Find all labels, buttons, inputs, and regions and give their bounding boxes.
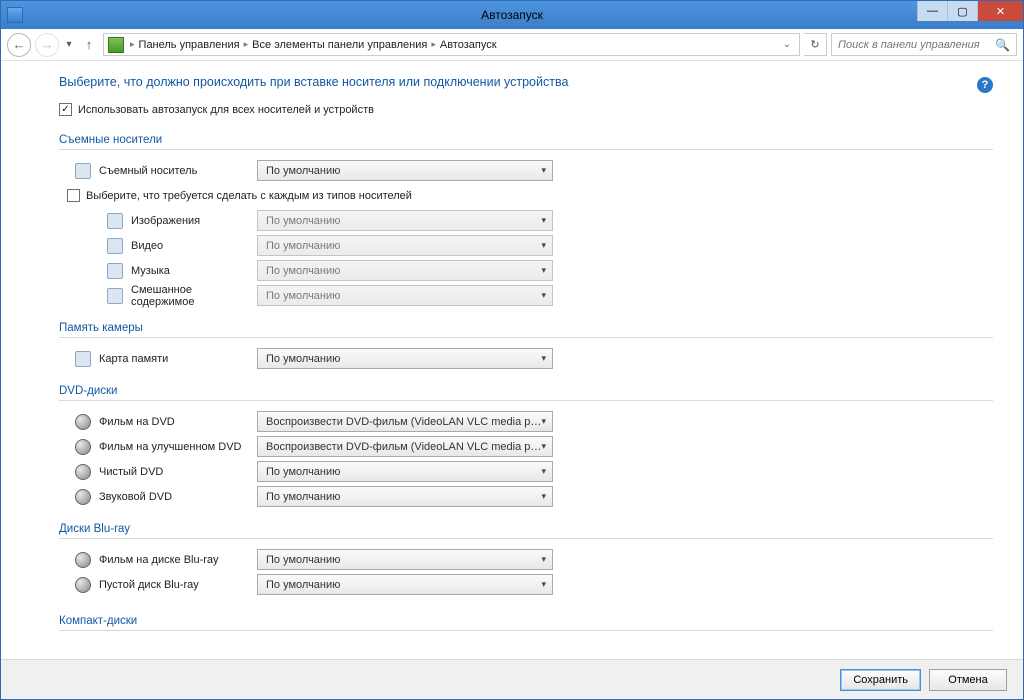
breadcrumb-item[interactable]: Автозапуск (440, 39, 497, 51)
dvd-audio-combo[interactable]: По умолчанию▾ (257, 486, 553, 507)
use-autoplay-row[interactable]: ✓ Использовать автозапуск для всех носит… (59, 103, 993, 116)
bluray-blank-row: Пустой диск Blu-ray По умолчанию▾ (59, 572, 993, 597)
mixed-combo[interactable]: По умолчанию▾ (257, 285, 553, 306)
subtype-row: Музыка По умолчанию▾ (59, 258, 993, 283)
dvd-enhanced-row: Фильм на улучшенном DVD Воспроизвести DV… (59, 434, 993, 459)
video-icon (107, 238, 123, 254)
footer: Сохранить Отмена (1, 659, 1023, 699)
nav-up-button[interactable]: ↑ (79, 35, 99, 55)
music-icon (107, 263, 123, 279)
page-heading: Выберите, что должно происходить при вст… (59, 75, 977, 89)
help-icon[interactable]: ? (977, 77, 993, 93)
bluray-blank-icon (75, 577, 91, 593)
bluray-movie-row: Фильм на диске Blu-ray По умолчанию▾ (59, 547, 993, 572)
maximize-button[interactable]: ▢ (947, 1, 977, 21)
subtype-row: Смешанное содержимое По умолчанию▾ (59, 283, 993, 308)
dvd-audio-icon (75, 489, 91, 505)
search-box[interactable]: 🔍 (831, 33, 1017, 56)
use-autoplay-label: Использовать автозапуск для всех носител… (78, 104, 374, 116)
chevron-right-icon: ▸ (242, 39, 251, 50)
nav-history-dropdown[interactable]: ▾ (63, 39, 75, 50)
refresh-button[interactable]: ↻ (804, 33, 827, 56)
breadcrumb-item[interactable]: Все элементы панели управления (252, 39, 427, 51)
control-panel-icon (108, 37, 124, 53)
choose-each-row[interactable]: Выберите, что требуется сделать с каждым… (67, 189, 993, 202)
pictures-icon (107, 213, 123, 229)
app-icon (7, 7, 23, 23)
removable-drive-row: Съемный носитель По умолчанию ▾ (59, 158, 993, 183)
nav-back-button[interactable]: ← (7, 33, 31, 57)
pictures-combo[interactable]: По умолчанию▾ (257, 210, 553, 231)
dvd-movie-row: Фильм на DVD Воспроизвести DVD-фильм (Vi… (59, 409, 993, 434)
removable-drive-label: Съемный носитель (99, 165, 249, 177)
dvd-movie-combo[interactable]: Воспроизвести DVD-фильм (VideoLAN VLC me… (257, 411, 553, 432)
dvd-enhanced-combo[interactable]: Воспроизвести DVD-фильм (VideoLAN VLC me… (257, 436, 553, 457)
dvd-blank-row: Чистый DVD По умолчанию▾ (59, 459, 993, 484)
search-icon: 🔍 (995, 38, 1010, 52)
section-cd-title: Компакт-диски (59, 615, 993, 631)
section-removable-title: Съемные носители (59, 134, 993, 150)
removable-drive-combo[interactable]: По умолчанию ▾ (257, 160, 553, 181)
nav-forward-button[interactable]: → (35, 33, 59, 57)
section-bluray-title: Диски Blu-ray (59, 523, 993, 539)
memory-card-icon (75, 351, 91, 367)
content-area: Выберите, что должно происходить при вст… (1, 61, 1023, 659)
use-autoplay-checkbox[interactable]: ✓ (59, 103, 72, 116)
breadcrumb-item[interactable]: Панель управления (139, 39, 240, 51)
navbar: ← → ▾ ↑ ▸ Панель управления ▸ Все элемен… (1, 29, 1023, 61)
music-combo[interactable]: По умолчанию▾ (257, 260, 553, 281)
section-camera-title: Память камеры (59, 322, 993, 338)
close-button[interactable]: ✕ (977, 1, 1023, 21)
dvd-enhanced-icon (75, 439, 91, 455)
window-title: Автозапуск (481, 8, 543, 22)
choose-each-checkbox[interactable] (67, 189, 80, 202)
video-combo[interactable]: По умолчанию▾ (257, 235, 553, 256)
save-button[interactable]: Сохранить (840, 669, 921, 691)
breadcrumb[interactable]: ▸ Панель управления ▸ Все элементы панел… (103, 33, 800, 56)
dvd-movie-icon (75, 414, 91, 430)
memory-card-row: Карта памяти По умолчанию▾ (59, 346, 993, 371)
subtype-row: Видео По умолчанию▾ (59, 233, 993, 258)
cancel-button[interactable]: Отмена (929, 669, 1007, 691)
section-dvd-title: DVD-диски (59, 385, 993, 401)
mixed-icon (107, 288, 123, 304)
bluray-movie-icon (75, 552, 91, 568)
choose-each-label: Выберите, что требуется сделать с каждым… (86, 190, 412, 202)
breadcrumb-dropdown[interactable]: ⌄ (779, 39, 795, 50)
dvd-blank-combo[interactable]: По умолчанию▾ (257, 461, 553, 482)
bluray-movie-combo[interactable]: По умолчанию▾ (257, 549, 553, 570)
minimize-button[interactable]: — (917, 1, 947, 21)
chevron-right-icon: ▸ (128, 39, 137, 50)
titlebar: Автозапуск — ▢ ✕ (1, 1, 1023, 29)
memory-card-combo[interactable]: По умолчанию▾ (257, 348, 553, 369)
chevron-down-icon: ▾ (541, 165, 546, 176)
subtype-row: Изображения По умолчанию▾ (59, 208, 993, 233)
dvd-blank-icon (75, 464, 91, 480)
bluray-blank-combo[interactable]: По умолчанию▾ (257, 574, 553, 595)
dvd-audio-row: Звуковой DVD По умолчанию▾ (59, 484, 993, 509)
chevron-right-icon: ▸ (429, 39, 438, 50)
search-input[interactable] (838, 39, 995, 51)
removable-drive-icon (75, 163, 91, 179)
